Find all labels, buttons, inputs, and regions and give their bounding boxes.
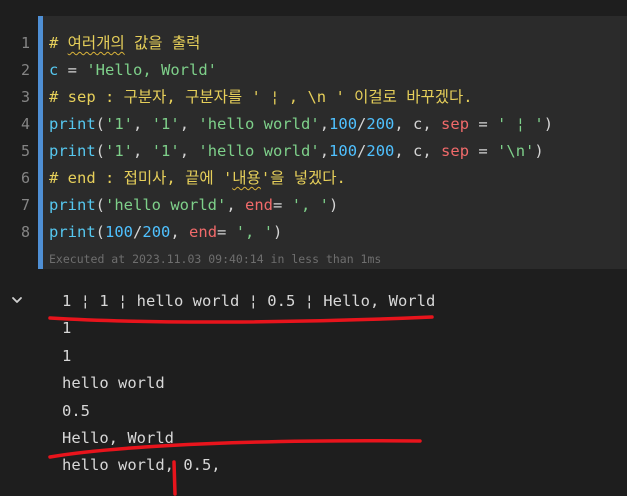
code-line[interactable]: # end : 접미사, 끝에 '내용'을 넣겠다. [49, 165, 553, 192]
code-token: / [357, 115, 367, 133]
output-line: 1 ¦ 1 ¦ hello world ¦ 0.5 ¦ Hello, World [62, 292, 436, 310]
code-line[interactable]: c = 'Hello, World' [49, 57, 553, 84]
code-token: end [189, 223, 218, 241]
cell-output: 1 ¦ 1 ¦ hello world ¦ 0.5 ¦ Hello, World… [62, 288, 435, 480]
code-token: ', ' [291, 196, 330, 214]
line-number: 7 [20, 196, 30, 214]
code-line[interactable]: print(100/200, end= ', ') [49, 219, 553, 246]
code-token: print [49, 196, 96, 214]
code-line[interactable]: print('1', '1', 'hello world',100/200, c… [49, 138, 553, 165]
code-token: 'hello world' [198, 115, 320, 133]
code-token: # end : 접미사, 끝에 ' [49, 169, 233, 187]
code-token: '\n' [497, 142, 535, 160]
code-token: # [49, 34, 68, 52]
code-token: 200 [366, 115, 395, 133]
code-token: = [217, 223, 236, 241]
code-token: ) [329, 196, 339, 214]
execution-status: Executed at 2023.11.03 09:40:14 in less … [49, 252, 382, 266]
code-token: 값을 출력 [124, 34, 201, 52]
code-token: ) [534, 142, 544, 160]
code-token: c [49, 61, 59, 79]
code-token: ( [95, 115, 106, 133]
line-number-gutter: 1 2 3 4 5 6 7 8 [0, 16, 38, 269]
output-line: 1 [62, 319, 72, 338]
code-token: 200 [142, 223, 171, 241]
code-token: , [179, 142, 199, 160]
code-content[interactable]: # 여러개의 값을 출력 c = 'Hello, World' # sep : 구분… [49, 30, 553, 246]
code-token: , c, [394, 142, 442, 160]
code-token: , [170, 223, 190, 241]
code-token: , [319, 142, 330, 160]
code-token: ) [543, 115, 554, 133]
code-token: print [49, 142, 96, 160]
code-token: 100 [329, 115, 358, 133]
code-token: , c, [394, 115, 442, 133]
code-token: , [179, 115, 199, 133]
line-number: 3 [20, 88, 30, 106]
code-token: '1' [105, 115, 134, 133]
output-line: 0.5 [62, 401, 90, 420]
code-token: / [357, 142, 367, 160]
code-token: ) [273, 223, 283, 241]
code-token: 내용 [232, 169, 261, 187]
code-cell[interactable]: 12345678 # 여러개의 값을 출력 c = 'Hello, World' #… [0, 16, 627, 269]
code-token: 'hello world' [105, 196, 227, 214]
code-token: / [133, 223, 143, 241]
code-token: , [133, 142, 152, 160]
notebook-page: 12345678 # 여러개의 값을 출력 c = 'Hello, World' #… [0, 0, 627, 496]
code-token: ( [95, 142, 106, 160]
code-token: ( [95, 223, 106, 241]
code-token: 100 [329, 142, 358, 160]
code-token: = [273, 196, 292, 214]
code-token: 'hello world' [198, 142, 320, 160]
code-editor[interactable]: # 여러개의 값을 출력 c = 'Hello, World' # sep : 구분… [43, 16, 627, 269]
code-token: sep [441, 115, 470, 133]
code-token: end [245, 196, 274, 214]
code-token: = [469, 115, 498, 133]
line-number: 5 [20, 142, 30, 160]
code-token: ( [95, 196, 106, 214]
chevron-down-icon-svg [12, 297, 22, 303]
code-token: '1' [151, 142, 180, 160]
code-token: = [469, 142, 498, 160]
code-token: '1' [151, 115, 180, 133]
code-token: sep [441, 142, 470, 160]
code-token: 여러개의 [67, 34, 125, 52]
output-line: hello world, 0.5, [62, 456, 221, 475]
code-token: , [319, 115, 330, 133]
code-token: print [49, 223, 96, 241]
code-line[interactable]: print('hello world', end= ', ') [49, 192, 553, 219]
code-token: 100 [105, 223, 134, 241]
code-line[interactable]: # sep : 구분자, 구분자를 ' ¦ , \n ' 이걸로 바꾸겠다. [49, 84, 553, 111]
line-number: 6 [20, 169, 30, 187]
code-token: '을 넣겠다. [260, 169, 346, 187]
code-token: ' ¦ ' [497, 115, 544, 133]
code-token: = [58, 61, 87, 79]
code-token: , [226, 196, 246, 214]
output-line: Hello, World [62, 428, 174, 447]
line-number: 4 [20, 115, 30, 133]
line-number: 2 [20, 61, 30, 79]
code-token: print [49, 115, 96, 133]
chevron-down-icon[interactable] [10, 292, 24, 306]
output-line: hello world [62, 374, 165, 393]
code-token: , [133, 115, 152, 133]
code-token: # sep : 구분자, 구분자를 ' ¦ , \n ' 이걸로 바꾸겠다. [49, 88, 473, 106]
code-token: '1' [105, 142, 134, 160]
line-number: 8 [20, 223, 30, 241]
code-token: ', ' [235, 223, 274, 241]
line-number: 1 [20, 34, 30, 52]
code-token: 200 [366, 142, 395, 160]
code-line[interactable]: # 여러개의 값을 출력 [49, 30, 553, 57]
code-line[interactable]: print('1', '1', 'hello world',100/200, c… [49, 111, 553, 138]
output-line: 1 [62, 346, 72, 365]
code-token: 'Hello, World' [86, 61, 217, 79]
